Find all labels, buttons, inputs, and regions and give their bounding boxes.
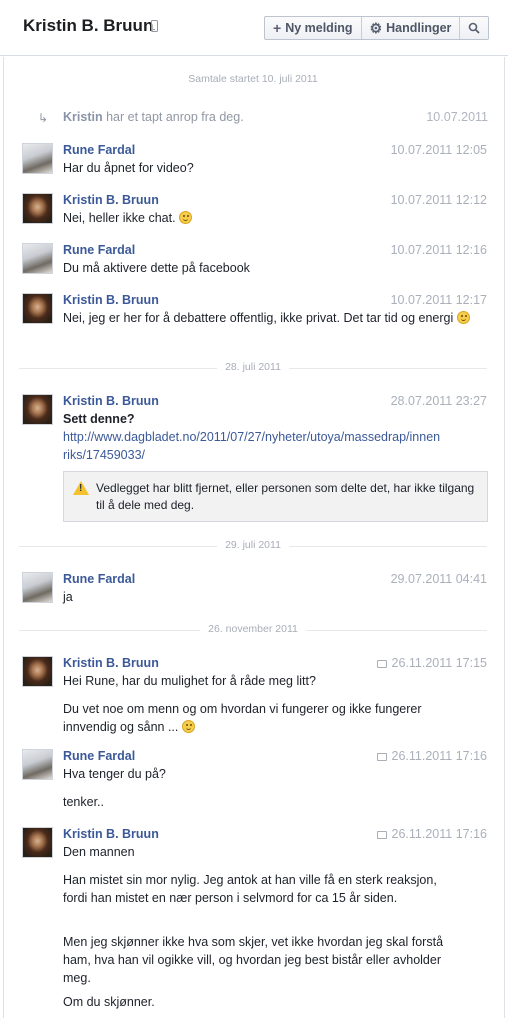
message-time: 26.11.2011 17:15	[391, 656, 487, 670]
message-time: 28.07.2011 23:27	[390, 394, 487, 408]
message-author[interactable]: Kristin B. Bruun	[63, 293, 159, 307]
chat-icon	[376, 753, 387, 761]
message-author[interactable]: Rune Fardal	[63, 243, 135, 257]
message-author[interactable]: Rune Fardal	[63, 749, 135, 763]
conversation-header: Kristin B. Bruun + Ny melding ⚙ Handling…	[0, 0, 508, 56]
message-link[interactable]: http://www.dagbladet.no/2011/07/27/nyhet…	[63, 430, 440, 462]
mobile-phone-icon	[151, 20, 158, 32]
message-text: tenker..	[63, 795, 104, 809]
message-time: 10.07.2011 12:12	[390, 193, 487, 207]
actions-button[interactable]: ⚙ Handlinger	[362, 17, 461, 39]
message-time-wrap: 26.11.2011 17:16	[376, 749, 487, 763]
message-text: Om du skjønner.	[63, 995, 155, 1009]
smiley-icon	[456, 311, 470, 324]
message-author[interactable]: Kristin B. Bruun	[63, 394, 159, 408]
date-separator: 26. november 2011	[19, 623, 487, 637]
header-button-group: + Ny melding ⚙ Handlinger	[264, 16, 490, 40]
avatar[interactable]	[22, 827, 53, 858]
message-text: Sett denne?	[63, 412, 135, 426]
message-text: Hei Rune, har du mulighet for å råde meg…	[63, 674, 316, 688]
conversation-start-label: Samtale startet 10. juli 2011	[19, 73, 487, 87]
message-author[interactable]: Kristin B. Bruun	[63, 193, 159, 207]
message-text: Men jeg skjønner ikke hva som skjer, vet…	[63, 935, 444, 985]
message-text: Har du åpnet for video?	[63, 161, 194, 175]
attachment-notice-text: Vedlegget har blitt fjernet, eller perso…	[96, 481, 475, 512]
message-text: Han mistet sin mor nylig. Jeg antok at h…	[63, 873, 437, 905]
avatar[interactable]	[22, 394, 53, 425]
avatar[interactable]	[22, 143, 53, 174]
message-text: Nei, heller ikke chat.	[63, 209, 488, 227]
search-icon	[469, 22, 481, 34]
new-message-button[interactable]: + Ny melding	[265, 17, 362, 39]
message-author[interactable]: Rune Fardal	[63, 572, 135, 586]
message-time: 26.11.2011 17:16	[391, 749, 487, 763]
new-message-label: Ny melding	[285, 21, 353, 35]
missed-call-icon: ↳	[38, 111, 49, 125]
missed-call-text: har et tapt anrop fra deg.	[106, 110, 244, 124]
avatar[interactable]	[22, 749, 53, 780]
message-time: 26.11.2011 17:16	[391, 827, 487, 841]
avatar[interactable]	[22, 293, 53, 324]
missed-call-name[interactable]: Kristin	[63, 110, 103, 124]
smiley-icon	[181, 720, 195, 733]
search-button[interactable]	[460, 17, 488, 39]
plus-icon: +	[273, 20, 282, 36]
message-time: 10.07.2011 12:16	[390, 243, 487, 257]
message-time: 29.07.2011 04:41	[390, 572, 487, 586]
message-text: Du vet noe om menn og om hvordan vi fung…	[63, 702, 422, 734]
message-text: ja	[63, 590, 73, 604]
chat-icon	[376, 660, 387, 668]
actions-label: Handlinger	[386, 21, 452, 35]
date-separator: 29. juli 2011	[19, 539, 487, 553]
message-author[interactable]: Kristin B. Bruun	[63, 827, 159, 841]
message-time: 10.07.2011 12:17	[390, 293, 487, 307]
avatar[interactable]	[22, 193, 53, 224]
message-time-wrap: 26.11.2011 17:15	[376, 656, 487, 670]
missed-call-row: ↳ Kristin har et tapt anrop fra deg. 10.…	[38, 110, 488, 126]
warning-icon	[73, 481, 89, 495]
message-time-wrap: 26.11.2011 17:16	[376, 827, 487, 841]
gear-icon: ⚙	[369, 20, 383, 36]
message-text: Du må aktivere dette på facebook	[63, 261, 250, 275]
missed-call-time: 10.07.2011	[426, 110, 488, 124]
smiley-icon	[179, 211, 193, 224]
conversation-title[interactable]: Kristin B. Bruun	[23, 16, 153, 36]
message-time: 10.07.2011 12:05	[390, 143, 487, 157]
avatar[interactable]	[22, 656, 53, 687]
message-author[interactable]: Kristin B. Bruun	[63, 656, 159, 670]
attachment-removed-notice: Vedlegget har blitt fjernet, eller perso…	[63, 471, 488, 522]
avatar[interactable]	[22, 572, 53, 603]
avatar[interactable]	[22, 243, 53, 274]
message-text: Nei, jeg er her for å debattere offentli…	[63, 309, 488, 327]
date-separator: 28. juli 2011	[19, 361, 487, 375]
message-author[interactable]: Rune Fardal	[63, 143, 135, 157]
message-text: Den mannen	[63, 845, 135, 859]
message-link-wrap: http://www.dagbladet.no/2011/07/27/nyhet…	[63, 428, 443, 464]
message-text: Hva tenger du på?	[63, 767, 166, 781]
chat-icon	[376, 831, 387, 839]
